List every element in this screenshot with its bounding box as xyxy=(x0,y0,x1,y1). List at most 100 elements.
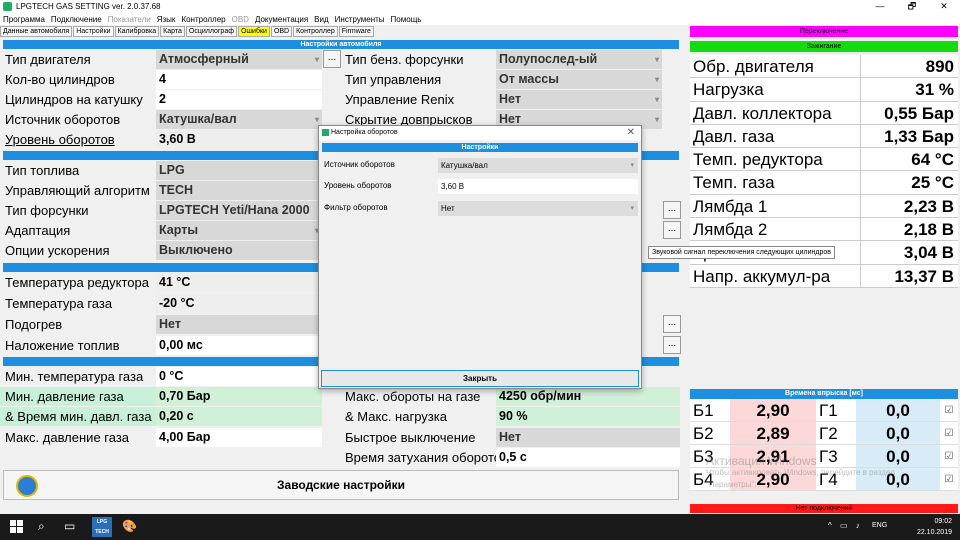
fuel-type-select[interactable]: LPG xyxy=(156,161,322,180)
tab-car-data[interactable]: Данные автомобиля xyxy=(0,26,73,37)
quick-off-label: Быстрое выключение xyxy=(345,430,476,445)
minimize-button[interactable]: — xyxy=(864,0,896,13)
injector-type-select[interactable]: LPGTECH Yeti/Hana 2000 xyxy=(156,201,322,220)
algorithm-select[interactable]: TECH xyxy=(156,181,322,200)
menu-program[interactable]: Программа xyxy=(3,15,45,24)
max-rpm-gas-input[interactable]: 4250 обр/мин xyxy=(496,387,680,406)
max-load-input[interactable]: 90 % xyxy=(496,407,680,426)
task-view-icon[interactable]: ▭ xyxy=(64,519,75,533)
cylinder-checkbox[interactable]: ☑ xyxy=(940,468,958,490)
dialog-rpm-filter-select[interactable]: Нет ▾ xyxy=(438,201,638,216)
max-gas-pressure-input[interactable]: 4,00 Бар xyxy=(156,428,322,447)
renix-select[interactable]: Нет ▾ xyxy=(496,90,662,109)
search-icon[interactable]: ⌕ xyxy=(38,519,45,534)
param-value: 13,37 В xyxy=(860,264,958,287)
param-row: Лямбда 1 2,23 В xyxy=(690,194,958,219)
dialog-rpm-level-input[interactable]: 3,60 В xyxy=(438,179,638,194)
param-name: Давл. коллектора xyxy=(693,103,832,123)
petrol-cyl-label: Б1 xyxy=(690,399,730,421)
cylinder-checkbox[interactable]: ☑ xyxy=(940,445,958,467)
quick-off-select[interactable]: Нет xyxy=(496,428,680,447)
config-more-button-2[interactable]: ... xyxy=(663,221,681,239)
rpm-fade-time-input[interactable]: 0,5 с xyxy=(496,448,680,467)
factory-settings-button[interactable]: Заводские настройки xyxy=(3,470,679,500)
param-value: 3,04 В xyxy=(860,241,958,264)
menu-language[interactable]: Язык xyxy=(157,15,176,24)
tab-controller[interactable]: Контроллер xyxy=(293,26,338,37)
cylinder-checkbox[interactable]: ☑ xyxy=(940,422,958,444)
adaptation-select[interactable]: Карты ▾ xyxy=(156,221,322,240)
adaptation-label: Адаптация xyxy=(5,223,71,238)
menu-controller[interactable]: Контроллер xyxy=(181,15,225,24)
lpgtech-taskbar-icon[interactable]: LPG TECH xyxy=(92,517,112,537)
rpm-level-value[interactable]: 3,60 В xyxy=(156,130,322,149)
cylinder-checkbox[interactable]: ☑ xyxy=(940,399,958,421)
param-row: Нагрузка 31 % xyxy=(690,78,958,102)
maximize-button[interactable]: 🗗 xyxy=(896,0,928,13)
param-row: Обр. двигателя 890 xyxy=(690,55,958,79)
dialog-title: Настройка оборотов xyxy=(331,129,398,136)
gas-injection-value: 0,0 xyxy=(856,422,940,444)
heating-label: Подогрев xyxy=(5,317,63,332)
tab-errors[interactable]: Ошибки xyxy=(237,26,270,37)
menu-indicators[interactable]: Показатели xyxy=(108,15,151,24)
rpm-level-label[interactable]: Уровень оборотов xyxy=(0,130,115,149)
tab-settings[interactable]: Настройки xyxy=(73,26,114,37)
tab-firmware[interactable]: Firmware xyxy=(338,26,374,37)
tab-map[interactable]: Карта xyxy=(160,26,185,37)
param-row: Темп. редуктора 64 °C xyxy=(690,148,958,172)
gas-temp-value: -20 °C xyxy=(156,294,322,313)
dialog-rpm-filter-label: Фильтр оборотов xyxy=(324,203,388,212)
menu-connection[interactable]: Подключение xyxy=(51,15,102,24)
injector-type-label: Тип форсунки xyxy=(5,203,89,218)
gas-injection-value: 0,0 xyxy=(856,399,940,421)
menu-docs[interactable]: Документация xyxy=(255,15,308,24)
min-gas-pressure-input[interactable]: 0,70 Бар xyxy=(156,387,322,406)
reducer-temp-value: 41 °C xyxy=(156,273,322,292)
acceleration-select[interactable]: Выключено xyxy=(156,241,322,260)
tab-calibration[interactable]: Калибровка xyxy=(114,26,160,37)
heating-select[interactable]: Нет xyxy=(156,315,322,334)
petrol-injector-type-select[interactable]: Полупослед-ый ▾ xyxy=(496,50,662,69)
menu-help[interactable]: Помощь xyxy=(391,15,422,24)
paint-taskbar-icon[interactable]: 🎨 xyxy=(122,519,140,535)
ignition-status-bar: Зажигание xyxy=(690,41,958,52)
min-gas-temp-input[interactable]: 0 °C xyxy=(156,367,322,386)
section-car-header: Настройки автомобиля xyxy=(3,40,679,49)
connection-status-bar: Нет подключений xyxy=(690,504,958,513)
max-gas-pressure-label: Макс. давление газа xyxy=(5,430,130,445)
acceleration-label: Опции ускорения xyxy=(5,243,110,258)
control-type-select[interactable]: От массы ▾ xyxy=(496,70,662,89)
tab-oscilloscope[interactable]: Осциллограф xyxy=(185,26,237,37)
app-icon xyxy=(3,2,12,11)
fuel-overlap-input[interactable]: 0,00 мс xyxy=(156,336,322,355)
clock[interactable]: 09:02 22.10.2019 xyxy=(917,514,952,538)
param-name: Лямбда 1 xyxy=(693,196,768,216)
param-value: 31 % xyxy=(860,78,958,101)
menu-tools[interactable]: Инструменты xyxy=(335,15,385,24)
tab-obd[interactable]: OBD xyxy=(270,26,293,37)
min-pressure-time-input[interactable]: 0,20 с xyxy=(156,407,322,426)
dialog-rpm-source-select[interactable]: Катушка/вал ▾ xyxy=(438,158,638,173)
param-row: Напр. аккумул-ра 13,37 В xyxy=(690,264,958,288)
windows-start-icon[interactable] xyxy=(10,520,24,534)
dialog-title-bar: Настройка оборотов ✕ xyxy=(319,126,641,140)
menu-view[interactable]: Вид xyxy=(314,15,328,24)
menu-obd[interactable]: OBD xyxy=(232,15,249,24)
tray-icons[interactable]: ^ ▭ ♪ xyxy=(828,521,863,530)
engine-type-more-button[interactable]: ... xyxy=(323,50,341,68)
reducer-temp-label: Температура редуктора xyxy=(5,275,149,290)
config-more-button-1[interactable]: ... xyxy=(663,201,681,219)
cylinders-input[interactable]: 4 xyxy=(156,70,322,89)
cyl-per-coil-input[interactable]: 2 xyxy=(156,90,322,109)
dialog-close-icon[interactable]: ✕ xyxy=(627,126,635,140)
language-indicator[interactable]: ENG xyxy=(872,522,887,529)
temps-more-button-2[interactable]: ... xyxy=(663,336,681,354)
dialog-close-button[interactable]: Закрыть xyxy=(321,370,639,387)
rpm-settings-dialog: Настройка оборотов ✕ Настройки Источник … xyxy=(318,125,642,389)
rpm-source-select[interactable]: Катушка/вал ▾ xyxy=(156,110,322,129)
temps-more-button-1[interactable]: ... xyxy=(663,315,681,333)
engine-type-select[interactable]: Атмосферный ▾ xyxy=(156,50,322,69)
menu-bar: Программа Подключение Показатели Язык Ко… xyxy=(0,13,960,25)
close-button[interactable]: ✕ xyxy=(928,0,960,13)
